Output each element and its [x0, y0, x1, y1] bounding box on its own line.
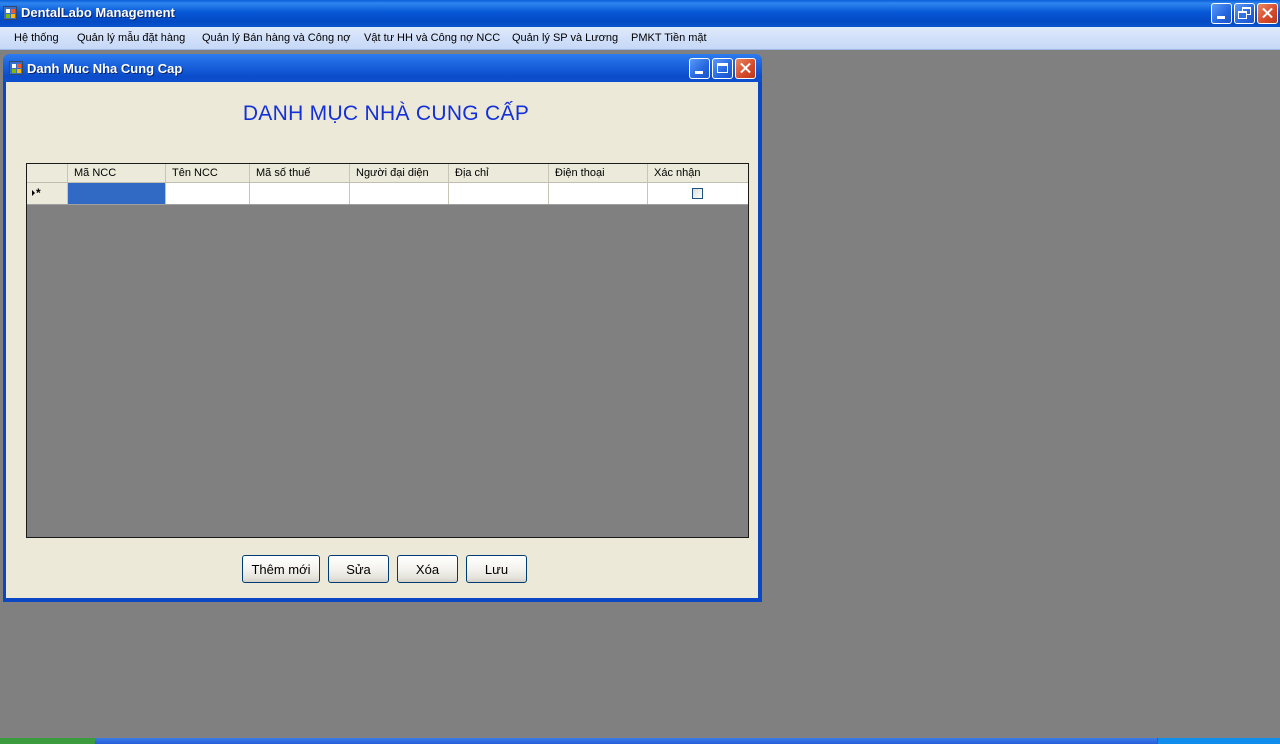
menu-quan-ly-sp-luong[interactable]: Quản lý SP và Lương [512, 31, 618, 46]
column-header-ten-ncc[interactable]: Tên NCC [166, 164, 250, 182]
menu-vat-tu-hh[interactable]: Vật tư HH và Công nợ NCC [364, 31, 500, 46]
cell-xac-nhan[interactable] [648, 183, 748, 204]
window-icon[interactable] [9, 61, 23, 75]
start-button[interactable] [0, 738, 95, 744]
column-header-dien-thoai[interactable]: Điện thoại [549, 164, 648, 182]
current-row-arrow-icon [32, 190, 35, 196]
menu-bar: Hệ thống Quản lý mẫu đặt hàng Quản lý Bá… [0, 27, 1280, 50]
cell-nguoi-dai-dien[interactable] [350, 183, 449, 204]
supplier-form: DANH MỤC NHÀ CUNG CẤP Mã NCC Tên NCC Mã … [6, 82, 758, 598]
taskbar [0, 738, 1280, 744]
column-header-dia-chi[interactable]: Địa chỉ [449, 164, 549, 182]
restore-button[interactable] [1234, 3, 1255, 24]
maximize-icon [717, 63, 728, 73]
grid-header: Mã NCC Tên NCC Mã số thuế Người đại diện… [27, 164, 748, 183]
minimize-icon [1217, 16, 1225, 19]
column-header-xac-nhan[interactable]: Xác nhận [648, 164, 748, 182]
cell-ma-so-thue[interactable] [250, 183, 350, 204]
menu-pmkt-tien-mat[interactable]: PMKT Tiền mặt [631, 31, 707, 46]
menu-quan-ly-mau-dat-hang[interactable]: Quản lý mẫu đặt hàng [77, 31, 185, 46]
edit-button[interactable]: Sửa [328, 555, 389, 583]
xac-nhan-checkbox[interactable] [692, 188, 703, 199]
delete-button[interactable]: Xóa [397, 555, 458, 583]
column-header-ma-ncc[interactable]: Mã NCC [68, 164, 166, 182]
child-close-button[interactable] [735, 58, 756, 79]
window-title: Danh Muc Nha Cung Cap [27, 61, 183, 76]
system-tray [1157, 738, 1280, 744]
close-icon [736, 59, 755, 78]
minimize-icon [695, 71, 703, 74]
form-heading: DANH MỤC NHÀ CUNG CẤP [242, 102, 530, 125]
restore-icon-front [1238, 11, 1247, 19]
cell-dia-chi[interactable] [449, 183, 549, 204]
child-maximize-button[interactable] [712, 58, 733, 79]
row-header-corner[interactable] [27, 164, 68, 182]
cell-dien-thoai[interactable] [549, 183, 648, 204]
menu-quan-ly-ban-hang[interactable]: Quản lý Bán hàng và Công nợ [202, 31, 350, 46]
child-minimize-button[interactable] [689, 58, 710, 79]
supplier-window-title-bar[interactable]: Danh Muc Nha Cung Cap [3, 54, 762, 82]
new-row-star-icon: * [36, 186, 41, 200]
add-button[interactable]: Thêm mới [242, 555, 320, 583]
supplier-grid[interactable]: Mã NCC Tên NCC Mã số thuế Người đại diện… [26, 163, 749, 538]
minimize-button[interactable] [1211, 3, 1232, 24]
cell-ten-ncc[interactable] [166, 183, 250, 204]
column-header-nguoi-dai-dien[interactable]: Người đại diện [350, 164, 449, 182]
close-icon [1258, 4, 1277, 23]
table-row-new[interactable]: * [27, 183, 748, 205]
menu-he-thong[interactable]: Hệ thống [14, 31, 59, 46]
close-button[interactable] [1257, 3, 1278, 24]
supplier-window: Danh Muc Nha Cung Cap DANH MỤC NHÀ CUNG … [3, 54, 762, 602]
main-title-bar[interactable]: DentalLabo Management [0, 0, 1280, 27]
app-title: DentalLabo Management [21, 5, 175, 20]
app-icon[interactable] [3, 6, 17, 20]
column-header-ma-so-thue[interactable]: Mã số thuế [250, 164, 350, 182]
cell-ma-ncc[interactable] [68, 183, 166, 204]
save-button[interactable]: Lưu [466, 555, 527, 583]
row-header[interactable]: * [27, 183, 68, 204]
